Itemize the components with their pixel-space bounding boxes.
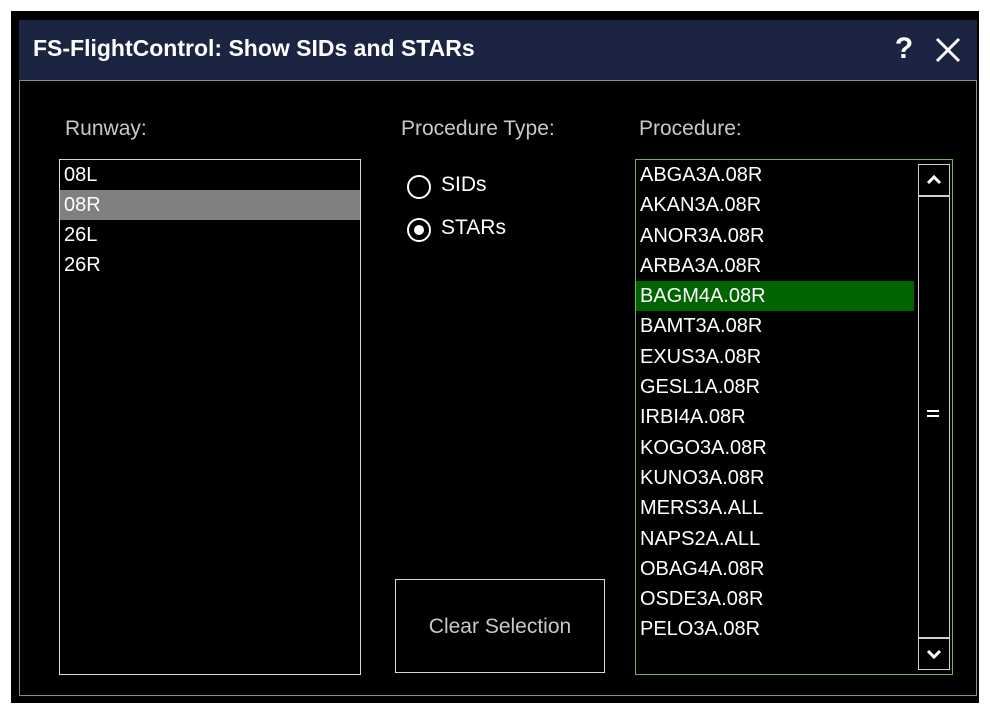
procedure-item[interactable]: OBAG4A.08R	[636, 554, 914, 584]
procedure-item[interactable]: EXUS3A.08R	[636, 342, 914, 372]
procedure-item[interactable]: KUNO3A.08R	[636, 463, 914, 493]
procedure-list[interactable]: ABGA3A.08R AKAN3A.08R ANOR3A.08R ARBA3A.08R…	[636, 160, 914, 674]
help-button[interactable]: ?	[887, 31, 921, 67]
procedure-item[interactable]: MERS3A.ALL	[636, 493, 914, 523]
procedure-list-box: ABGA3A.08R AKAN3A.08R ANOR3A.08R ARBA3A.08R…	[635, 159, 953, 675]
procedure-item[interactable]: GESL1A.08R	[636, 372, 914, 402]
procedure-item[interactable]: OSDE3A.08R	[636, 584, 914, 614]
procedure-item[interactable]: IRBI4A.08R	[636, 402, 914, 432]
procedure-item[interactable]: NAPS2A.ALL	[636, 524, 914, 554]
procedure-item[interactable]: AKAN3A.08R	[636, 190, 914, 220]
radio-circle	[407, 175, 431, 199]
title-bar[interactable]: FS-FlightControl: Show SIDs and STARs ?	[19, 20, 977, 80]
scroll-up-button[interactable]	[918, 164, 950, 196]
runway-list[interactable]: 08L 08R 26L 26R	[59, 159, 361, 675]
clear-selection-button[interactable]: Clear Selection	[395, 579, 605, 673]
runway-label: Runway:	[65, 117, 147, 140]
procedure-item[interactable]: ABGA3A.08R	[636, 160, 914, 190]
scroll-down-button[interactable]	[918, 638, 950, 670]
window-title: FS-FlightControl: Show SIDs and STARs	[33, 35, 475, 61]
chevron-down-icon	[926, 649, 942, 660]
close-icon	[935, 37, 961, 63]
procedure-item[interactable]: ARBA3A.08R	[636, 251, 914, 281]
radio-circle	[407, 218, 431, 242]
radio-label-sids: SIDs	[441, 173, 487, 196]
grip-icon	[927, 410, 939, 420]
procedure-item[interactable]: ANOR3A.08R	[636, 221, 914, 251]
procedure-item[interactable]: PELO3A.08R	[636, 614, 914, 644]
chevron-up-icon	[926, 174, 942, 185]
procedure-item[interactable]: KOGO3A.08R	[636, 433, 914, 463]
procedure-item[interactable]: BAGM4A.08R	[636, 281, 914, 312]
runway-item[interactable]: 26L	[60, 220, 360, 250]
close-button[interactable]	[929, 30, 965, 68]
dialog-content: Runway: Procedure Type: Procedure: 08L 08…	[19, 80, 977, 696]
radio-label-stars: STARs	[441, 216, 506, 239]
radio-selected-dot	[414, 225, 424, 235]
runway-item[interactable]: 08L	[60, 160, 360, 190]
procedure-type-label: Procedure Type:	[401, 117, 555, 140]
scrollbar-thumb[interactable]	[918, 196, 950, 638]
runway-item[interactable]: 26R	[60, 250, 360, 280]
procedure-item[interactable]: BAMT3A.08R	[636, 311, 914, 341]
runway-item[interactable]: 08R	[60, 190, 360, 220]
procedure-label: Procedure:	[639, 117, 742, 140]
